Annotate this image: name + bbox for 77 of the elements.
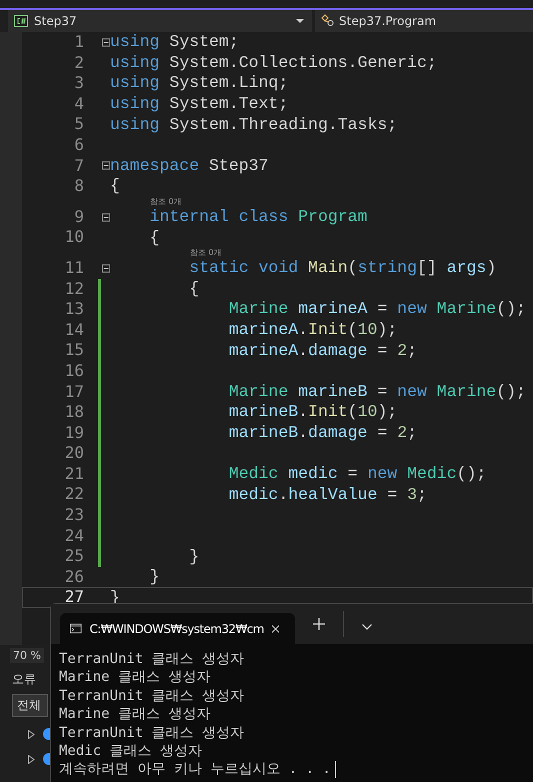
line-number: 1 [73,32,84,53]
line-number: 22 [64,484,84,506]
console-icon [70,622,82,635]
new-tab-icon[interactable] [313,618,325,630]
line-number: 23 [64,505,84,526]
collapse-icon[interactable] [102,161,110,170]
code-line: Medic medic = new Medic(); [228,464,486,484]
code-line: namespace Step37 [110,156,268,176]
project-dropdown[interactable]: Step37 [8,10,312,32]
class-icon [321,14,335,28]
line-number: 17 [64,382,84,402]
console-output-line: TerranUnit 클래스 생성자 [59,724,244,742]
line-number: 5 [73,114,84,135]
line-number: 19 [64,422,84,444]
line-number: 14 [64,320,84,340]
close-icon[interactable] [272,624,279,634]
code-line: Marine marineA = new Marine(); [228,299,526,320]
line-number: 27 [64,587,84,608]
reference-count-link[interactable]: 참조 0개 [110,247,222,258]
code-line: marineA.damage = 2; [228,340,417,361]
line-number: 16 [64,360,84,382]
code-line: medic.healValue = 3; [228,484,427,505]
line-number: 13 [64,299,84,320]
code-line: } [148,567,160,588]
console-output-line: TerranUnit 클래스 생성자 [59,650,244,668]
line-number: 4 [73,94,84,114]
line-number: 12 [64,278,84,300]
member-dropdown[interactable]: Step37.Program [315,10,533,32]
line-number: 7 [73,156,84,176]
console-output-line: Marine 클래스 생성자 [59,705,210,724]
code-line: static void Main(string[] args) [188,258,496,278]
terminal-tab[interactable]: C:₩WINDOWS₩system32₩cm [60,613,295,644]
code-line: marineA.Init(10); [228,320,398,340]
filter-dropdown[interactable]: 전체 [12,694,48,717]
line-number: 10 [64,227,84,248]
line-number: 26 [64,566,84,588]
line-number: 6 [73,134,84,156]
line-number: 3 [73,73,84,94]
code-line: { [188,278,200,299]
line-number: 20 [64,443,84,464]
line-number: 25 [64,546,84,567]
code-line: Marine marineB = new Marine(); [228,382,526,402]
console-output-line: 계속하려면 아무 키나 누르십시오 . . . [59,760,331,779]
collapse-icon[interactable] [102,212,110,222]
code-line: } [188,546,200,567]
code-line: { [110,176,120,196]
csharp-file-icon [14,15,28,27]
expand-icon[interactable] [28,730,35,738]
line-number: 21 [64,464,84,484]
code-line: using System.Linq; [110,73,288,94]
line-number: 15 [64,340,84,361]
line-number: 11 [64,258,84,279]
code-line: marineB.Init(10); [228,402,398,422]
line-number: 2 [73,52,84,74]
caret-icon [296,19,304,23]
code-line: using System.Collections.Generic; [110,52,437,73]
console-output-line: Marine 클래스 생성자 [59,668,210,687]
zoom-level[interactable]: 70 % [10,648,44,662]
code-line: internal class Program [148,207,368,228]
line-number: 9 [73,206,84,228]
code-line: marineB.damage = 2; [228,422,417,443]
chevron-down-icon[interactable] [362,624,372,630]
code-line: using System; [110,32,239,52]
collapse-icon[interactable] [102,264,110,273]
console-output-line: Medic 클래스 생성자 [59,742,202,760]
expand-icon[interactable] [28,754,35,764]
reference-count-link[interactable]: 참조 0개 [110,196,182,208]
collapse-icon[interactable] [102,38,110,47]
code-line: { [148,228,160,248]
console-output-line: TerranUnit 클래스 생성자 [59,686,244,706]
line-number: 24 [64,526,84,546]
code-line: using System.Threading.Tasks; [110,114,398,135]
text-cursor [334,761,336,778]
code-line: using System.Text; [110,94,288,114]
line-number: 18 [64,402,84,423]
line-number: 8 [73,176,84,197]
panel-title[interactable]: 오류 [12,671,36,688]
